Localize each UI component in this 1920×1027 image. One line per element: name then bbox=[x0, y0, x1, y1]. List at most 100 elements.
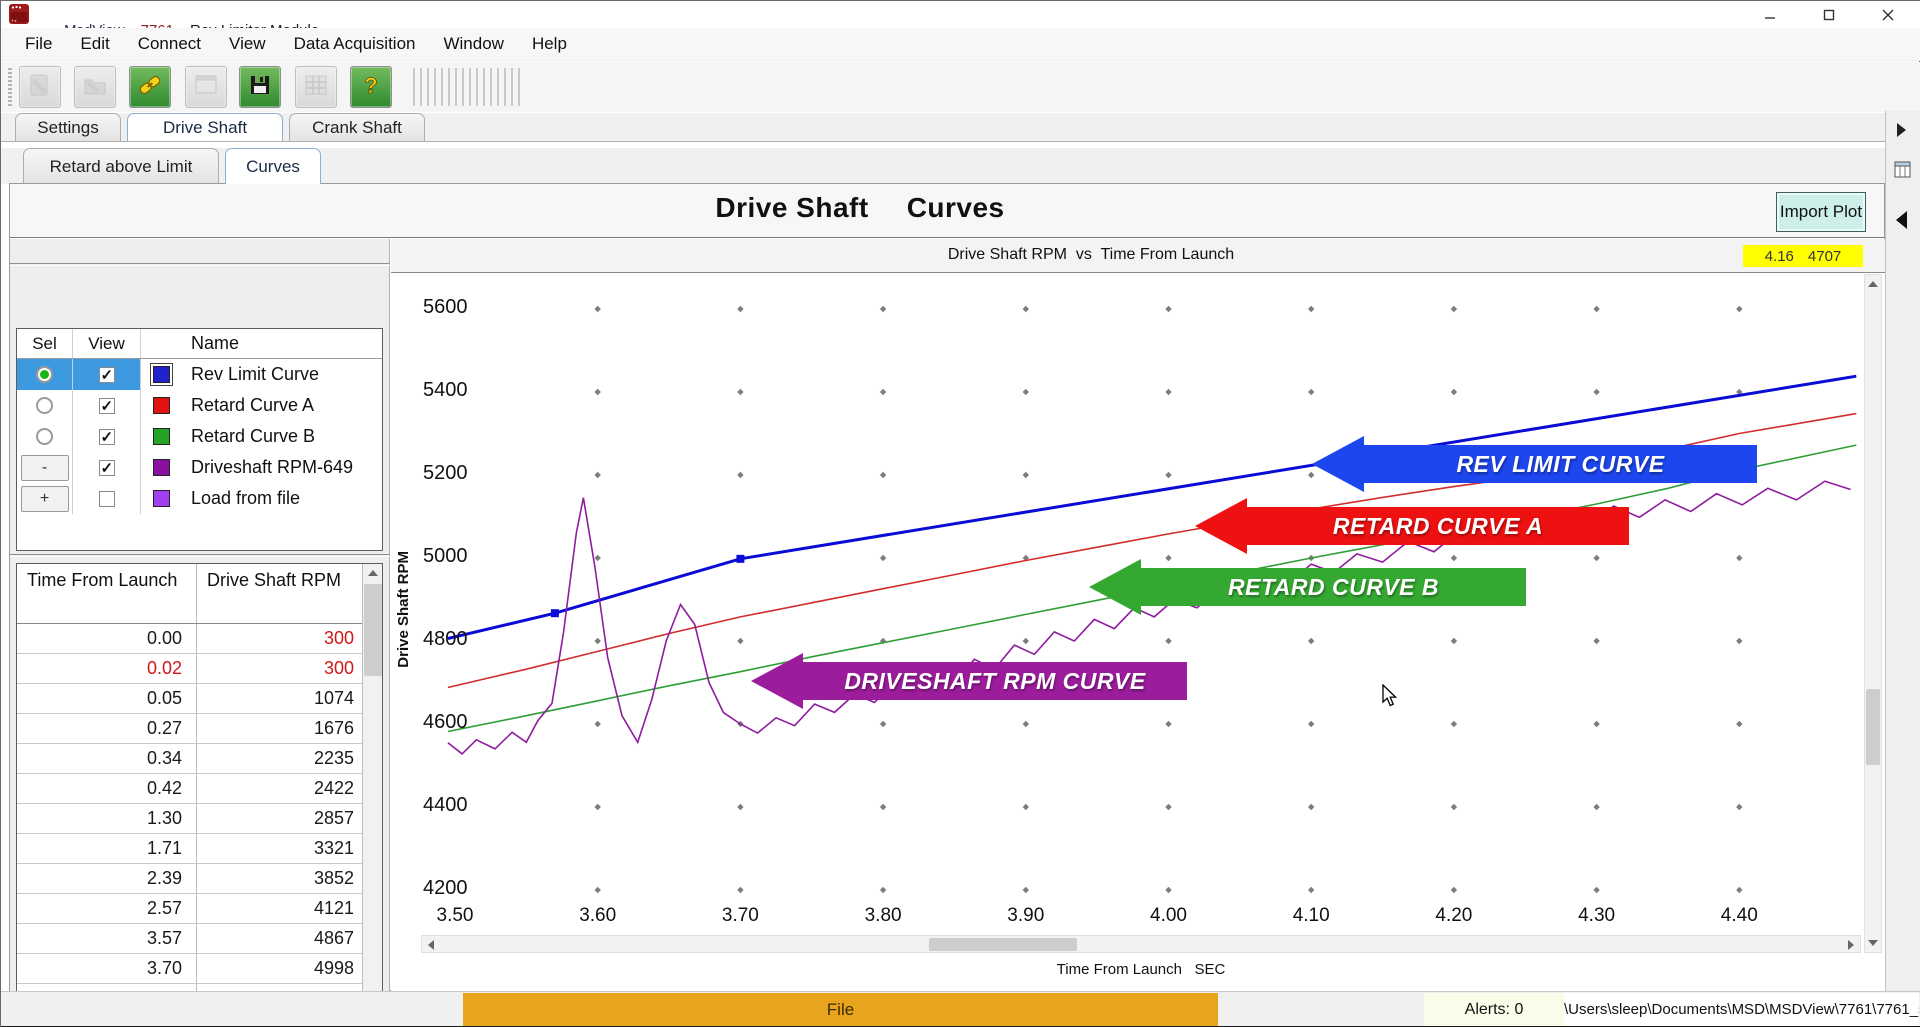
toolbar-help-button[interactable]: ? bbox=[350, 66, 392, 108]
view-checkbox[interactable] bbox=[99, 367, 115, 383]
cell-rpm[interactable]: 2857 bbox=[197, 804, 362, 833]
menu-item-edit[interactable]: Edit bbox=[66, 30, 123, 58]
data-row[interactable]: 1.302857 bbox=[17, 804, 382, 834]
cell-time[interactable]: 0.02 bbox=[17, 654, 197, 683]
cell-time[interactable]: 0.42 bbox=[17, 774, 197, 803]
cell-rpm[interactable]: 4998 bbox=[197, 954, 362, 983]
add-curve-button[interactable]: + bbox=[21, 486, 69, 512]
panel-list-icon[interactable] bbox=[1894, 161, 1911, 178]
toolbar-open-file-button[interactable] bbox=[74, 66, 116, 108]
cell-time[interactable]: 3.57 bbox=[17, 924, 197, 953]
cell-time[interactable]: 1.71 bbox=[17, 834, 197, 863]
toolbar-window-button[interactable] bbox=[185, 66, 227, 108]
toolbar-save-device-button[interactable] bbox=[239, 66, 281, 108]
data-row[interactable]: 0.342235 bbox=[17, 744, 382, 774]
menu-item-file[interactable]: File bbox=[11, 30, 66, 58]
cell-rpm[interactable]: 1074 bbox=[197, 684, 362, 713]
cell-time[interactable]: 2.57 bbox=[17, 894, 197, 923]
view-checkbox[interactable] bbox=[99, 460, 115, 476]
data-row[interactable]: 0.00300 bbox=[17, 624, 382, 654]
banner-arrow-head bbox=[1312, 436, 1364, 492]
tab-drive-shaft[interactable]: Drive Shaft bbox=[127, 113, 283, 141]
cell-rpm[interactable]: 3852 bbox=[197, 864, 362, 893]
curve-select-radio[interactable] bbox=[36, 428, 53, 445]
cell-rpm[interactable]: 300 bbox=[197, 654, 362, 683]
data-row[interactable]: 1.713321 bbox=[17, 834, 382, 864]
cell-time[interactable]: 2.39 bbox=[17, 864, 197, 893]
scroll-left-button[interactable] bbox=[422, 938, 440, 952]
toolbar-data-grid-button[interactable] bbox=[295, 66, 337, 108]
menu-item-window[interactable]: Window bbox=[429, 30, 517, 58]
tab-retard-above-limit[interactable]: Retard above Limit bbox=[23, 148, 219, 184]
data-row[interactable]: 2.393852 bbox=[17, 864, 382, 894]
cell-time[interactable]: 0.00 bbox=[17, 624, 197, 653]
curve-row-load-from-file[interactable]: +Load from file bbox=[17, 483, 382, 514]
tab-curves[interactable]: Curves bbox=[225, 148, 321, 184]
data-row[interactable]: 0.271676 bbox=[17, 714, 382, 744]
close-button[interactable] bbox=[1858, 1, 1917, 28]
minimize-button[interactable] bbox=[1740, 1, 1799, 28]
toolbar-grip[interactable] bbox=[8, 68, 12, 106]
cell-time[interactable]: 0.27 bbox=[17, 714, 197, 743]
curve-row-rev-limit-curve[interactable]: Rev Limit Curve bbox=[17, 359, 382, 390]
curve-color-swatch[interactable] bbox=[153, 397, 170, 414]
scrollbar-thumb[interactable] bbox=[364, 584, 382, 676]
menu-item-view[interactable]: View bbox=[215, 30, 280, 58]
tab-scroll-right-button[interactable] bbox=[1897, 123, 1906, 137]
cell-rpm[interactable]: 1676 bbox=[197, 714, 362, 743]
cell-time[interactable]: 1.30 bbox=[17, 804, 197, 833]
banner-label: DRIVESHAFT RPM CURVE bbox=[844, 668, 1145, 695]
menu-item-connect[interactable]: Connect bbox=[124, 30, 215, 58]
status-file-button[interactable]: File bbox=[463, 993, 1218, 1026]
cell-rpm[interactable]: 3321 bbox=[197, 834, 362, 863]
cell-rpm[interactable]: 2422 bbox=[197, 774, 362, 803]
menu-item-help[interactable]: Help bbox=[518, 30, 581, 58]
chart-horizontal-scrollbar[interactable] bbox=[421, 935, 1861, 953]
data-table-scrollbar[interactable] bbox=[362, 564, 382, 1027]
curve-color-swatch[interactable] bbox=[153, 366, 170, 383]
cell-time[interactable]: 0.05 bbox=[17, 684, 197, 713]
scroll-down-button[interactable] bbox=[1865, 934, 1881, 952]
view-checkbox[interactable] bbox=[99, 429, 115, 445]
cell-rpm[interactable]: 300 bbox=[197, 624, 362, 653]
v-scrollbar-thumb[interactable] bbox=[1866, 689, 1880, 765]
scroll-up-button[interactable] bbox=[1865, 275, 1881, 293]
chart-vertical-scrollbar[interactable] bbox=[1864, 274, 1882, 953]
view-checkbox[interactable] bbox=[99, 491, 115, 507]
data-row[interactable]: 0.422422 bbox=[17, 774, 382, 804]
curve-row-driveshaft-rpm-649[interactable]: -Driveshaft RPM-649 bbox=[17, 452, 382, 483]
tab-settings[interactable]: Settings bbox=[15, 113, 121, 141]
scroll-up-button[interactable] bbox=[363, 564, 383, 582]
data-row[interactable]: 2.574121 bbox=[17, 894, 382, 924]
h-scrollbar-thumb[interactable] bbox=[929, 938, 1077, 951]
cell-time[interactable]: 0.34 bbox=[17, 744, 197, 773]
curve-color-swatch[interactable] bbox=[153, 428, 170, 445]
maximize-button[interactable] bbox=[1799, 1, 1858, 28]
scroll-right-button[interactable] bbox=[1842, 938, 1860, 952]
cell-rpm[interactable]: 4867 bbox=[197, 924, 362, 953]
curve-row-retard-curve-b[interactable]: Retard Curve B bbox=[17, 421, 382, 452]
data-row[interactable]: 0.02300 bbox=[17, 654, 382, 684]
cell-time[interactable]: 3.70 bbox=[17, 954, 197, 983]
curve-color-swatch[interactable] bbox=[153, 490, 170, 507]
cell-rpm[interactable]: 4121 bbox=[197, 894, 362, 923]
import-plot-button[interactable]: Import Plot bbox=[1776, 192, 1866, 232]
curve-select-radio[interactable] bbox=[36, 397, 53, 414]
toolbar-document-button[interactable] bbox=[19, 66, 61, 108]
data-row[interactable]: 3.574867 bbox=[17, 924, 382, 954]
collapse-panel-button[interactable] bbox=[1896, 211, 1907, 229]
status-alerts[interactable]: Alerts: 0 bbox=[1424, 993, 1564, 1026]
remove-curve-button[interactable]: - bbox=[21, 455, 69, 481]
cell-rpm[interactable]: 2235 bbox=[197, 744, 362, 773]
toolbar-connect-button[interactable] bbox=[129, 66, 171, 108]
menu-item-data-acquisition[interactable]: Data Acquisition bbox=[280, 30, 430, 58]
curve-color-swatch[interactable] bbox=[153, 459, 170, 476]
data-row[interactable]: 0.051074 bbox=[17, 684, 382, 714]
curve-row-retard-curve-a[interactable]: Retard Curve A bbox=[17, 390, 382, 421]
tab-crank-shaft[interactable]: Crank Shaft bbox=[289, 113, 425, 141]
data-point-marker[interactable] bbox=[736, 555, 744, 563]
data-row[interactable]: 3.704998 bbox=[17, 954, 382, 984]
curve-select-radio[interactable] bbox=[36, 366, 53, 383]
data-point-marker[interactable] bbox=[551, 609, 559, 617]
view-checkbox[interactable] bbox=[99, 398, 115, 414]
